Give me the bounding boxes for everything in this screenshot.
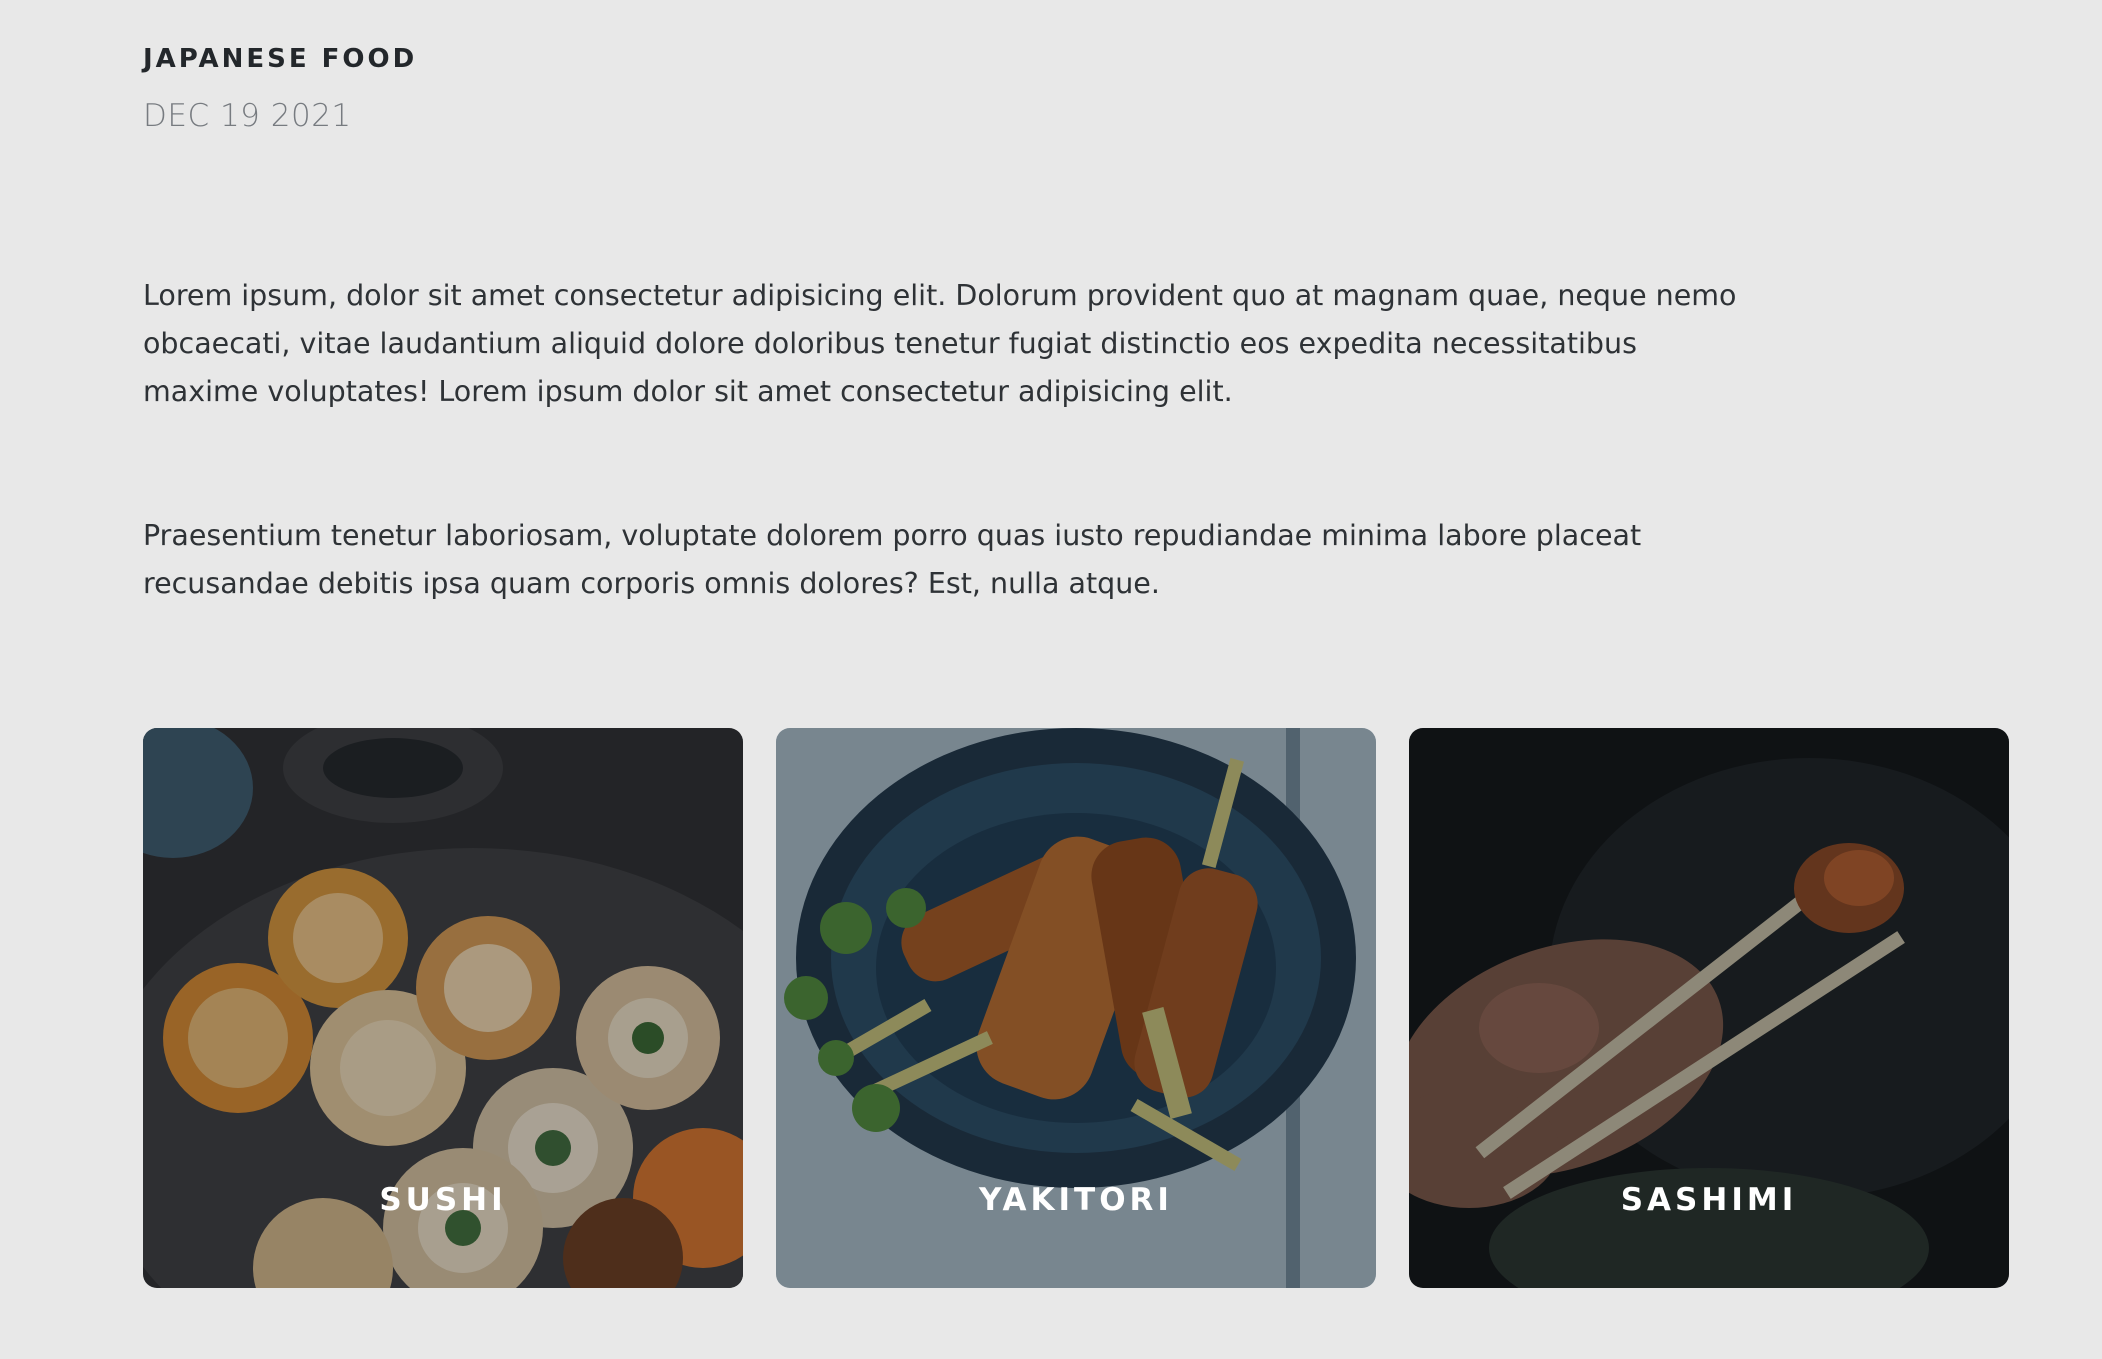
article-page: JAPANESE FOOD DEC 19 2021 Lorem ipsum, d… xyxy=(0,0,2102,1359)
article-date: DEC 19 2021 xyxy=(143,98,352,134)
article-title: JAPANESE FOOD xyxy=(143,44,418,74)
article-paragraph: Lorem ipsum, dolor sit amet consectetur … xyxy=(143,279,1737,408)
food-card-yakitori[interactable]: YAKITORI xyxy=(776,728,1376,1288)
article-paragraph: Praesentium tenetur laboriosam, voluptat… xyxy=(143,519,1642,600)
food-card-gallery: SUSHI YAKITORI SASHIMI xyxy=(143,728,2009,1288)
food-card-sushi[interactable]: SUSHI xyxy=(143,728,743,1288)
card-label: SUSHI xyxy=(379,1182,507,1218)
card-label: SASHIMI xyxy=(1620,1182,1798,1218)
food-card-sashimi[interactable]: SASHIMI xyxy=(1409,728,2009,1288)
card-label: YAKITORI xyxy=(979,1182,1173,1218)
article-header: JAPANESE FOOD DEC 19 2021 xyxy=(143,44,417,134)
